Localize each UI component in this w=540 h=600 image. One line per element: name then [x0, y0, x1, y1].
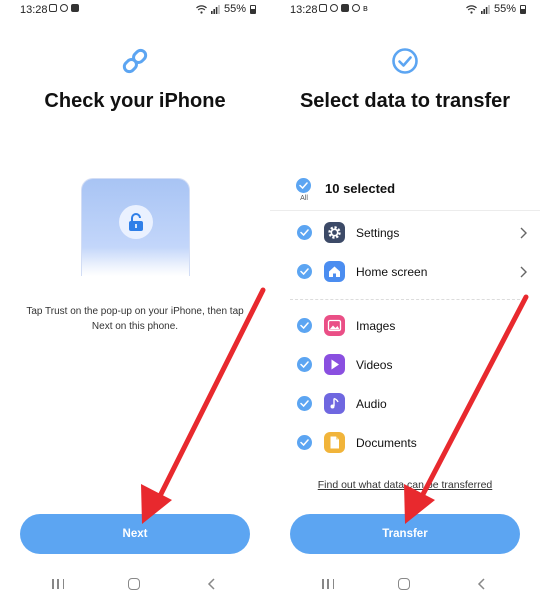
- chevron-right-icon: [520, 266, 527, 278]
- status-bar: 13:28 55%: [0, 0, 270, 20]
- navigation-bar: [270, 576, 540, 592]
- iphone-illustration: [81, 178, 190, 276]
- item-label: Home screen: [356, 265, 428, 279]
- next-button[interactable]: Next: [20, 514, 250, 554]
- status-time: 13:28: [20, 4, 48, 16]
- item-checkbox[interactable]: [297, 318, 312, 333]
- selected-count: 10 selected: [325, 181, 396, 196]
- list-item-documents[interactable]: Documents: [296, 430, 528, 456]
- check-circle-icon: [392, 48, 418, 74]
- bluetooth-icon: ʙ: [363, 3, 368, 13]
- wifi-icon: [196, 4, 207, 14]
- back-button[interactable]: [476, 578, 488, 590]
- chevron-right-icon: [520, 227, 527, 239]
- item-checkbox[interactable]: [297, 357, 312, 372]
- checkmark-icon: [300, 439, 309, 447]
- item-label: Audio: [356, 397, 387, 411]
- select-all-label: All: [300, 195, 308, 202]
- gallery-icon: [341, 4, 349, 12]
- item-checkbox[interactable]: [297, 264, 312, 279]
- select-all-checkbox[interactable]: [296, 178, 311, 193]
- recent-apps-button[interactable]: [322, 579, 334, 589]
- checkmark-icon: [300, 400, 309, 408]
- item-label: Documents: [356, 436, 417, 450]
- item-label: Videos: [356, 358, 393, 372]
- battery-percent: 55%: [223, 3, 246, 15]
- section-divider: [290, 299, 520, 300]
- learn-more-link[interactable]: Find out what data can be transferred: [270, 479, 540, 491]
- list-item-audio[interactable]: Audio: [296, 391, 528, 417]
- signal-icon: [210, 4, 220, 14]
- checkmark-icon: [300, 322, 309, 330]
- music-icon: [324, 393, 345, 414]
- notification-icons: [49, 4, 79, 12]
- page-title: Check your iPhone: [44, 90, 226, 112]
- message-icon: [319, 4, 327, 12]
- battery-icon: [250, 4, 256, 14]
- item-checkbox[interactable]: [297, 396, 312, 411]
- alarm-icon: [352, 4, 360, 12]
- signal-icon: [480, 4, 490, 14]
- navigation-bar: [0, 576, 270, 592]
- transfer-button[interactable]: Transfer: [290, 514, 520, 554]
- list-item-images[interactable]: Images: [296, 313, 528, 339]
- home-button[interactable]: [398, 578, 410, 590]
- status-right: 55%: [196, 3, 256, 15]
- check-iphone-screen: 13:28 55% Check your iPhone Tap Trust on…: [0, 0, 270, 600]
- back-button[interactable]: [206, 578, 218, 590]
- list-item-settings[interactable]: Settings: [296, 220, 528, 246]
- item-label: Images: [356, 319, 396, 333]
- sync-icon: [60, 4, 68, 12]
- instruction-text: Tap Trust on the pop-up on your iPhone, …: [26, 306, 244, 332]
- home-button[interactable]: [128, 578, 140, 590]
- play-icon: [324, 354, 345, 375]
- battery-percent: 55%: [493, 3, 516, 15]
- item-checkbox[interactable]: [297, 435, 312, 450]
- checkmark-icon: [299, 182, 308, 190]
- image-icon: [324, 315, 345, 336]
- home-icon: [324, 261, 345, 282]
- recent-apps-button[interactable]: [52, 579, 64, 589]
- select-data-screen: 13:28 ʙ 55% Select data to transfer All …: [270, 0, 540, 600]
- notification-icons: ʙ: [319, 3, 371, 13]
- checkmark-icon: [300, 229, 309, 237]
- gear-icon: [324, 222, 345, 243]
- lock-badge: [118, 205, 153, 239]
- battery-icon: [520, 4, 526, 14]
- status-bar: 13:28 ʙ 55%: [270, 0, 540, 20]
- gallery-icon: [71, 4, 79, 12]
- list-item-videos[interactable]: Videos: [296, 352, 528, 378]
- select-all-row[interactable]: All 10 selected: [296, 178, 526, 206]
- unlock-icon: [128, 213, 143, 231]
- sync-icon: [330, 4, 338, 12]
- status-right: 55%: [466, 3, 526, 15]
- checkmark-icon: [300, 361, 309, 369]
- link-icon: [122, 48, 148, 74]
- document-icon: [324, 432, 345, 453]
- item-label: Settings: [356, 226, 400, 240]
- wifi-icon: [466, 4, 477, 14]
- status-time: 13:28: [290, 4, 318, 16]
- divider: [270, 210, 540, 211]
- item-checkbox[interactable]: [297, 225, 312, 240]
- message-icon: [49, 4, 57, 12]
- list-item-home-screen[interactable]: Home screen: [296, 259, 528, 285]
- page-title: Select data to transfer: [299, 90, 511, 112]
- checkmark-icon: [300, 268, 309, 276]
